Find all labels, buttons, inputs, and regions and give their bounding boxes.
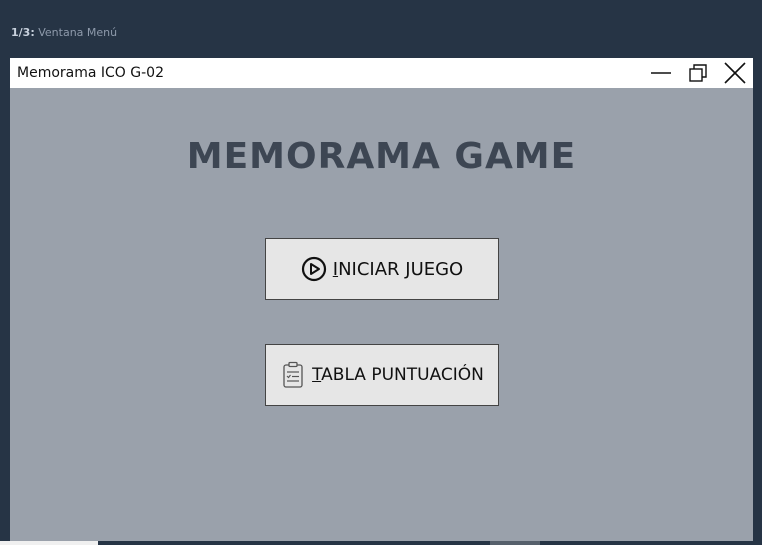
- presentation-backdrop: 1/3: Ventana Menú Memorama ICO G-02 MEMO…: [0, 0, 762, 545]
- clipboard-list-icon: [280, 361, 306, 389]
- window-titlebar: Memorama ICO G-02: [10, 58, 753, 88]
- app-window: Memorama ICO G-02 MEMORAMA GAME INICIAR …: [10, 58, 753, 543]
- menu-content: MEMORAMA GAME INICIAR JUEGO TABLA PUNTUA…: [10, 88, 753, 543]
- score-table-button[interactable]: TABLA PUNTUACIÓN: [265, 344, 499, 406]
- start-game-label-text: NICIAR JUEGO: [338, 258, 464, 280]
- minimize-icon[interactable]: [647, 61, 675, 85]
- restore-icon[interactable]: [684, 61, 712, 85]
- play-circle-icon: [301, 255, 327, 283]
- score-table-label: TABLA PUNTUACIÓN: [312, 365, 484, 385]
- step-label: 1/3: Ventana Menú: [11, 26, 117, 39]
- score-table-mnemonic: T: [312, 365, 322, 385]
- strip-segment: [490, 541, 540, 545]
- step-number: 1/3:: [11, 26, 35, 39]
- bottom-strip: [0, 541, 762, 545]
- score-table-label-text: ABLA PUNTUACIÓN: [321, 365, 484, 385]
- close-icon[interactable]: [721, 61, 749, 85]
- window-title: Memorama ICO G-02: [17, 65, 164, 81]
- start-game-label: INICIAR JUEGO: [333, 259, 463, 280]
- game-title: MEMORAMA GAME: [186, 136, 577, 177]
- strip-segment: [0, 541, 98, 545]
- step-text: Ventana Menú: [38, 26, 118, 39]
- start-game-button[interactable]: INICIAR JUEGO: [265, 238, 499, 300]
